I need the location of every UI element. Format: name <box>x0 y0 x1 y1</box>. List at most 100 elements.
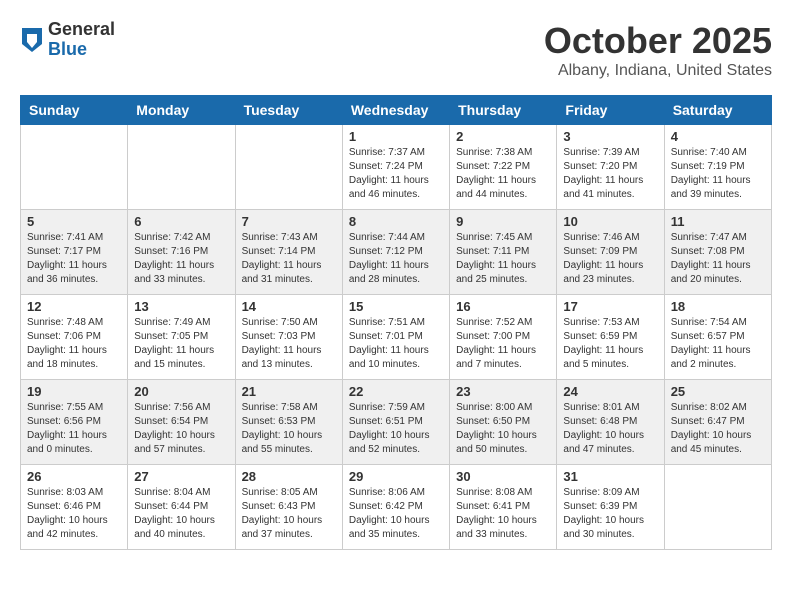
calendar-cell: 16Sunrise: 7:52 AM Sunset: 7:00 PM Dayli… <box>450 295 557 380</box>
calendar-cell: 10Sunrise: 7:46 AM Sunset: 7:09 PM Dayli… <box>557 210 664 295</box>
weekday-header-row: SundayMondayTuesdayWednesdayThursdayFrid… <box>21 96 772 125</box>
day-info: Sunrise: 8:03 AM Sunset: 6:46 PM Dayligh… <box>27 486 121 542</box>
day-info: Sunrise: 8:04 AM Sunset: 6:44 PM Dayligh… <box>134 486 228 542</box>
day-number: 21 <box>242 384 336 399</box>
logo-general: General <box>48 20 115 40</box>
calendar-cell: 5Sunrise: 7:41 AM Sunset: 7:17 PM Daylig… <box>21 210 128 295</box>
weekday-header: Wednesday <box>342 96 449 125</box>
day-info: Sunrise: 8:05 AM Sunset: 6:43 PM Dayligh… <box>242 486 336 542</box>
calendar-cell: 28Sunrise: 8:05 AM Sunset: 6:43 PM Dayli… <box>235 465 342 550</box>
calendar-cell: 31 Sunrise: 8:09 AM Sunset: 6:39 PM Dayli… <box>557 465 664 550</box>
day-number: 10 <box>563 214 657 229</box>
day-number: 7 <box>242 214 336 229</box>
calendar-week-row: 1Sunrise: 7:37 AM Sunset: 7:24 PM Daylig… <box>21 125 772 210</box>
logo-icon <box>22 28 42 52</box>
day-number: 2 <box>456 129 550 144</box>
day-info: Sunrise: 7:58 AM Sunset: 6:53 PM Dayligh… <box>242 401 336 457</box>
day-info: Sunrise: 8:09 AM Sunset: 6:39 PM Dayligh… <box>563 486 657 542</box>
calendar-cell <box>21 125 128 210</box>
day-info: Sunrise: 7:41 AM Sunset: 7:17 PM Dayligh… <box>27 231 121 287</box>
calendar-cell: 17 Sunrise: 7:53 AM Sunset: 6:59 PM Dayli… <box>557 295 664 380</box>
day-number: 22 <box>349 384 443 399</box>
day-info: Sunrise: 7:51 AM Sunset: 7:01 PM Dayligh… <box>349 316 443 372</box>
day-number: 13 <box>134 299 228 314</box>
day-info: Sunrise: 7:56 AM Sunset: 6:54 PM Dayligh… <box>134 401 228 457</box>
calendar-week-row: 5Sunrise: 7:41 AM Sunset: 7:17 PM Daylig… <box>21 210 772 295</box>
calendar: SundayMondayTuesdayWednesdayThursdayFrid… <box>20 95 772 550</box>
weekday-header: Tuesday <box>235 96 342 125</box>
day-info: Sunrise: 7:44 AM Sunset: 7:12 PM Dayligh… <box>349 231 443 287</box>
day-info: Sunrise: 7:42 AM Sunset: 7:16 PM Dayligh… <box>134 231 228 287</box>
day-number: 9 <box>456 214 550 229</box>
weekday-header: Sunday <box>21 96 128 125</box>
day-number: 6 <box>134 214 228 229</box>
title-block: October 2025 Albany, Indiana, United Sta… <box>544 20 772 80</box>
calendar-cell <box>235 125 342 210</box>
page-header: General Blue October 2025 Albany, Indian… <box>20 20 772 80</box>
calendar-cell: 18Sunrise: 7:54 AM Sunset: 6:57 PM Dayli… <box>664 295 771 380</box>
weekday-header: Friday <box>557 96 664 125</box>
day-info: Sunrise: 7:40 AM Sunset: 7:19 PM Dayligh… <box>671 146 765 202</box>
weekday-header: Thursday <box>450 96 557 125</box>
calendar-cell <box>128 125 235 210</box>
calendar-cell: 6 Sunrise: 7:42 AM Sunset: 7:16 PM Daylig… <box>128 210 235 295</box>
day-info: Sunrise: 7:38 AM Sunset: 7:22 PM Dayligh… <box>456 146 550 202</box>
calendar-cell: 11 Sunrise: 7:47 AM Sunset: 7:08 PM Dayli… <box>664 210 771 295</box>
calendar-cell: 1Sunrise: 7:37 AM Sunset: 7:24 PM Daylig… <box>342 125 449 210</box>
calendar-cell: 27Sunrise: 8:04 AM Sunset: 6:44 PM Dayli… <box>128 465 235 550</box>
calendar-cell: 23 Sunrise: 8:00 AM Sunset: 6:50 PM Dayli… <box>450 380 557 465</box>
calendar-cell: 13 Sunrise: 7:49 AM Sunset: 7:05 PM Dayli… <box>128 295 235 380</box>
day-info: Sunrise: 7:53 AM Sunset: 6:59 PM Dayligh… <box>563 316 657 372</box>
calendar-cell: 26 Sunrise: 8:03 AM Sunset: 6:46 PM Dayli… <box>21 465 128 550</box>
calendar-cell: 20 Sunrise: 7:56 AM Sunset: 6:54 PM Dayli… <box>128 380 235 465</box>
day-info: Sunrise: 7:47 AM Sunset: 7:08 PM Dayligh… <box>671 231 765 287</box>
day-info: Sunrise: 7:59 AM Sunset: 6:51 PM Dayligh… <box>349 401 443 457</box>
day-number: 18 <box>671 299 765 314</box>
day-number: 26 <box>27 469 121 484</box>
day-number: 11 <box>671 214 765 229</box>
day-number: 4 <box>671 129 765 144</box>
day-number: 3 <box>563 129 657 144</box>
day-number: 1 <box>349 129 443 144</box>
day-number: 31 <box>563 469 657 484</box>
day-number: 24 <box>563 384 657 399</box>
calendar-week-row: 19Sunrise: 7:55 AM Sunset: 6:56 PM Dayli… <box>21 380 772 465</box>
day-number: 23 <box>456 384 550 399</box>
weekday-header: Monday <box>128 96 235 125</box>
calendar-cell: 3Sunrise: 7:39 AM Sunset: 7:20 PM Daylig… <box>557 125 664 210</box>
logo: General Blue <box>20 20 115 60</box>
day-info: Sunrise: 8:00 AM Sunset: 6:50 PM Dayligh… <box>456 401 550 457</box>
day-info: Sunrise: 8:01 AM Sunset: 6:48 PM Dayligh… <box>563 401 657 457</box>
day-number: 30 <box>456 469 550 484</box>
calendar-cell: 22 Sunrise: 7:59 AM Sunset: 6:51 PM Dayli… <box>342 380 449 465</box>
day-number: 25 <box>671 384 765 399</box>
month-title: October 2025 <box>544 20 772 62</box>
day-info: Sunrise: 7:49 AM Sunset: 7:05 PM Dayligh… <box>134 316 228 372</box>
day-number: 17 <box>563 299 657 314</box>
calendar-cell: 30Sunrise: 8:08 AM Sunset: 6:41 PM Dayli… <box>450 465 557 550</box>
day-info: Sunrise: 8:02 AM Sunset: 6:47 PM Dayligh… <box>671 401 765 457</box>
day-info: Sunrise: 7:50 AM Sunset: 7:03 PM Dayligh… <box>242 316 336 372</box>
calendar-cell: 24 Sunrise: 8:01 AM Sunset: 6:48 PM Dayli… <box>557 380 664 465</box>
day-number: 16 <box>456 299 550 314</box>
calendar-cell: 2 Sunrise: 7:38 AM Sunset: 7:22 PM Daylig… <box>450 125 557 210</box>
calendar-cell: 21 Sunrise: 7:58 AM Sunset: 6:53 PM Dayli… <box>235 380 342 465</box>
calendar-cell: 7Sunrise: 7:43 AM Sunset: 7:14 PM Daylig… <box>235 210 342 295</box>
calendar-week-row: 12Sunrise: 7:48 AM Sunset: 7:06 PM Dayli… <box>21 295 772 380</box>
calendar-cell: 29Sunrise: 8:06 AM Sunset: 6:42 PM Dayli… <box>342 465 449 550</box>
calendar-cell: 25 Sunrise: 8:02 AM Sunset: 6:47 PM Dayli… <box>664 380 771 465</box>
calendar-cell: 14Sunrise: 7:50 AM Sunset: 7:03 PM Dayli… <box>235 295 342 380</box>
calendar-week-row: 26 Sunrise: 8:03 AM Sunset: 6:46 PM Dayli… <box>21 465 772 550</box>
calendar-cell: 12Sunrise: 7:48 AM Sunset: 7:06 PM Dayli… <box>21 295 128 380</box>
day-number: 29 <box>349 469 443 484</box>
calendar-cell: 8 Sunrise: 7:44 AM Sunset: 7:12 PM Daylig… <box>342 210 449 295</box>
day-info: Sunrise: 7:48 AM Sunset: 7:06 PM Dayligh… <box>27 316 121 372</box>
day-number: 20 <box>134 384 228 399</box>
day-info: Sunrise: 7:45 AM Sunset: 7:11 PM Dayligh… <box>456 231 550 287</box>
logo-text: General Blue <box>48 20 115 60</box>
day-number: 8 <box>349 214 443 229</box>
location: Albany, Indiana, United States <box>544 62 772 80</box>
calendar-cell: 9 Sunrise: 7:45 AM Sunset: 7:11 PM Daylig… <box>450 210 557 295</box>
calendar-cell: 19Sunrise: 7:55 AM Sunset: 6:56 PM Dayli… <box>21 380 128 465</box>
day-number: 15 <box>349 299 443 314</box>
